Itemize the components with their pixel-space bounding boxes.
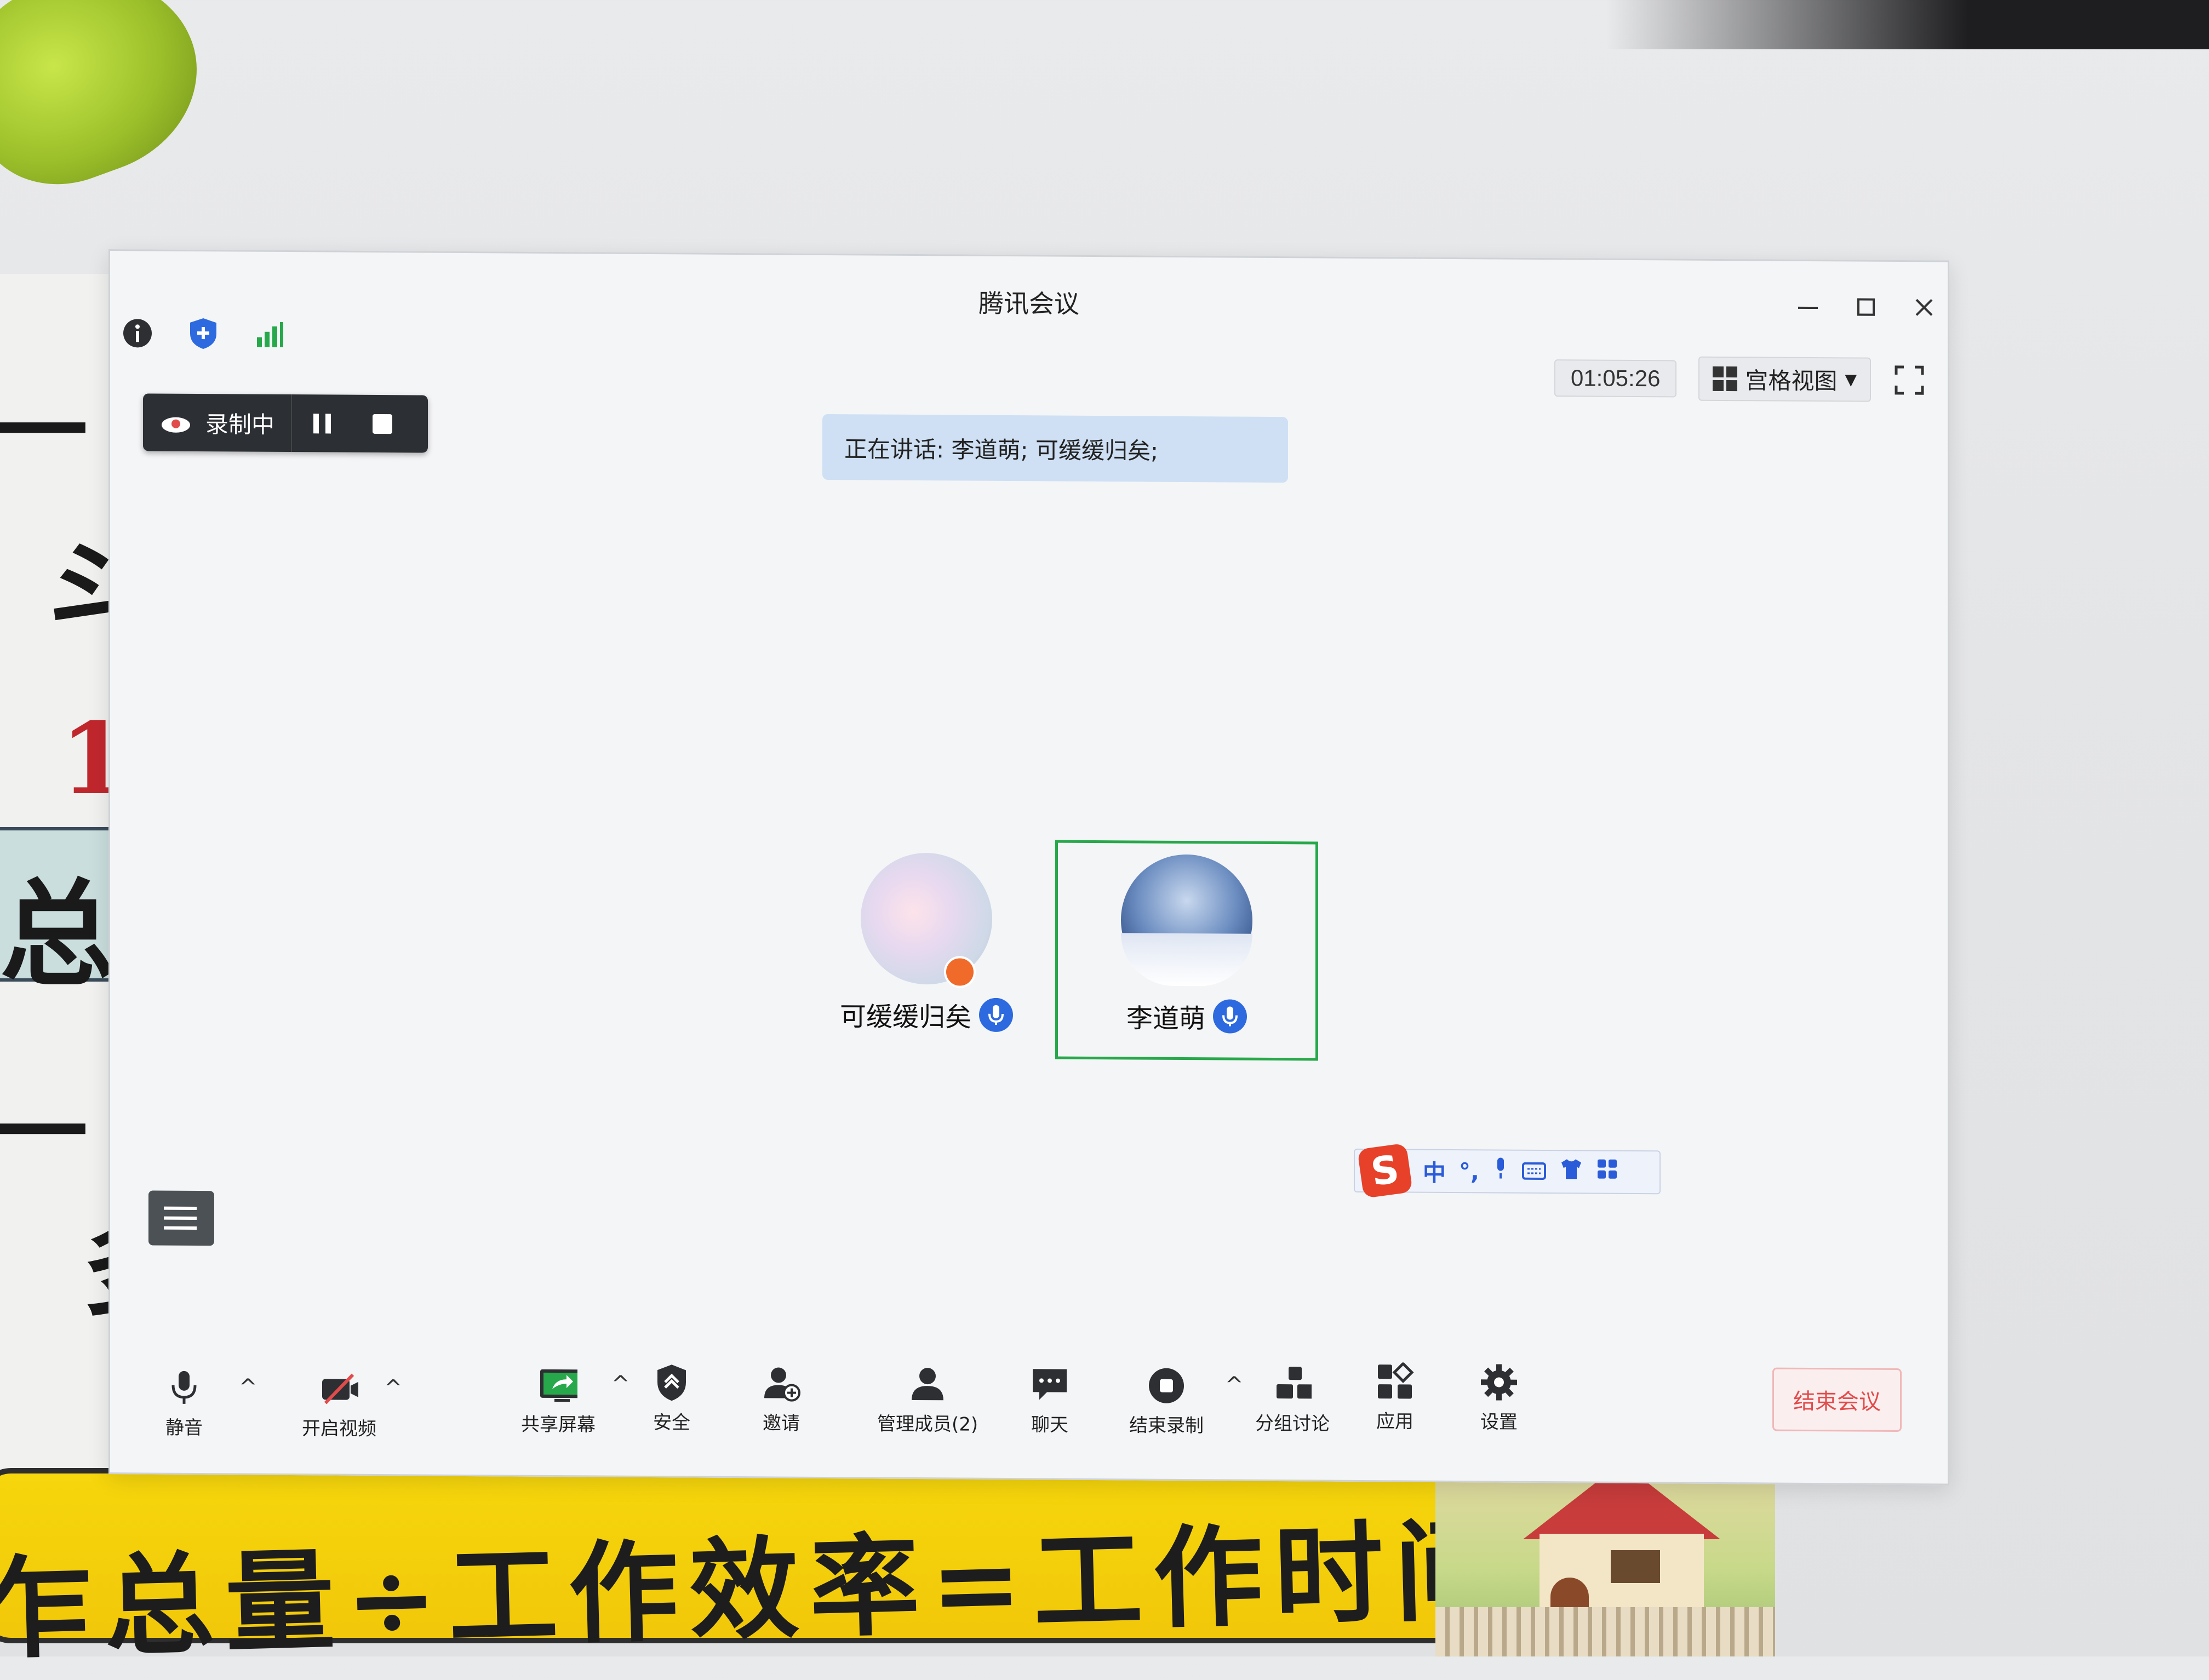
participant-tile[interactable]: 可缓缓归矣 — [811, 852, 1041, 1035]
host-badge-icon — [944, 956, 976, 988]
sogou-logo-icon[interactable]: S — [1357, 1143, 1413, 1199]
apps-label: 应用 — [1376, 1406, 1413, 1433]
avatar — [1121, 854, 1252, 986]
video-label: 开启视频 — [302, 1413, 376, 1441]
top-right-controls: 01:05:26 宫格视图 ▼ — [1554, 356, 1926, 402]
bottom-toolbar: 静音 ^ 开启视频 ^ 共享屏幕 ^ 安全 邀请 — [143, 1352, 1918, 1472]
invite-button[interactable]: 邀请 — [762, 1364, 800, 1435]
ime-mode-toggle[interactable]: 中 — [1423, 1154, 1446, 1188]
toolbox-grid-icon[interactable] — [1596, 1159, 1618, 1186]
chevron-down-icon: ▼ — [1845, 370, 1857, 388]
whiteboard-left: 一 斗 1: 总 一 多 — [0, 274, 126, 1534]
breakout-rooms-button[interactable]: 分组讨论 — [1255, 1364, 1330, 1436]
end-meeting-label: 结束会议 — [1793, 1384, 1881, 1416]
share-screen-button[interactable]: 共享屏幕 — [521, 1366, 596, 1437]
chat-label: 聊天 — [1031, 1409, 1068, 1436]
video-off-icon — [320, 1369, 358, 1408]
members-label: 管理成员(2) — [877, 1409, 978, 1436]
info-icon[interactable] — [121, 317, 154, 349]
mic-active-icon — [1213, 999, 1247, 1033]
ime-toolbar: S 中 °, — [1354, 1149, 1661, 1194]
formula-text: 乍总量÷工作效率=工作时间 — [0, 1481, 1516, 1679]
member-list-toggle[interactable] — [148, 1190, 214, 1246]
chat-icon — [1031, 1366, 1069, 1404]
share-options-chevron-icon[interactable]: ^ — [611, 1372, 630, 1397]
window-controls — [1795, 294, 1937, 320]
breakout-rooms-icon — [1273, 1364, 1312, 1403]
audio-options-chevron-icon[interactable]: ^ — [239, 1374, 257, 1400]
manage-members-button[interactable]: 管理成员(2) — [877, 1365, 978, 1436]
fullscreen-icon[interactable] — [1893, 363, 1926, 396]
voice-input-icon[interactable] — [1492, 1156, 1509, 1186]
mute-label: 静音 — [165, 1413, 203, 1440]
recording-status: 录制中 — [143, 393, 292, 452]
start-video-button[interactable]: 开启视频 — [302, 1369, 376, 1441]
stop-recording-toolbar-button[interactable]: 结束录制 — [1129, 1366, 1204, 1437]
window-title: 腾讯会议 — [110, 278, 1948, 325]
participant-name-row: 李道萌 — [1072, 996, 1302, 1036]
share-screen-label: 共享屏幕 — [521, 1409, 596, 1437]
invite-label: 邀请 — [763, 1408, 800, 1435]
stop-record-label: 结束录制 — [1129, 1410, 1204, 1437]
punctuation-icon[interactable]: °, — [1459, 1158, 1479, 1185]
close-icon[interactable] — [1912, 295, 1937, 320]
stop-recording-button[interactable] — [352, 395, 413, 453]
stop-icon — [370, 411, 394, 435]
recording-bar: 录制中 — [143, 393, 428, 452]
speaking-text: 正在讲话: 李道萌; 可缓缓归矣; — [844, 431, 1158, 466]
gear-icon — [1480, 1363, 1518, 1401]
participant-tile[interactable]: 李道萌 — [1072, 854, 1302, 1036]
board-glyph: 一 — [0, 1057, 88, 1192]
meeting-window: 腾讯会议 01:05:26 宫格视图 ▼ — [108, 249, 1949, 1486]
record-options-chevron-icon[interactable]: ^ — [1225, 1372, 1244, 1397]
mic-active-icon — [979, 998, 1013, 1032]
board-glyph: 一 — [0, 356, 88, 491]
formula-banner: 乍总量÷工作效率=工作时间 — [0, 1468, 1490, 1643]
microphone-icon — [165, 1369, 203, 1407]
members-icon — [908, 1365, 947, 1403]
end-meeting-button[interactable]: 结束会议 — [1772, 1368, 1902, 1432]
minimize-icon[interactable] — [1795, 294, 1821, 319]
keyboard-icon[interactable] — [1522, 1158, 1546, 1185]
invite-user-icon — [762, 1364, 800, 1402]
apps-button[interactable]: 应用 — [1376, 1362, 1414, 1433]
apps-icon — [1376, 1362, 1414, 1401]
meeting-timer: 01:05:26 — [1554, 359, 1677, 397]
participant-name-row: 可缓缓归矣 — [811, 995, 1041, 1035]
participant-name: 可缓缓归矣 — [840, 995, 971, 1034]
grid-view-icon — [1713, 366, 1737, 391]
view-mode-label: 宫格视图 — [1745, 362, 1837, 396]
mute-button[interactable]: 静音 — [165, 1369, 203, 1440]
speaking-banner: 正在讲话: 李道萌; 可缓缓归矣; — [822, 414, 1288, 483]
maximize-icon[interactable] — [1853, 294, 1879, 319]
settings-button[interactable]: 设置 — [1480, 1363, 1518, 1434]
leaf-photo-object — [0, 0, 224, 209]
board-glyph: 总 — [0, 841, 115, 1008]
cloud-record-icon — [159, 411, 192, 433]
settings-label: 设置 — [1480, 1407, 1518, 1434]
signal-icon[interactable] — [253, 318, 285, 351]
security-label: 安全 — [653, 1407, 690, 1434]
view-mode-dropdown[interactable]: 宫格视图 ▼ — [1698, 357, 1871, 402]
pause-icon — [310, 411, 334, 435]
video-options-chevron-icon[interactable]: ^ — [384, 1375, 403, 1401]
chat-button[interactable]: 聊天 — [1031, 1366, 1069, 1436]
breakout-label: 分组讨论 — [1255, 1408, 1330, 1436]
pause-recording-button[interactable] — [292, 394, 352, 452]
dark-corner — [1606, 0, 2209, 49]
share-screen-icon — [539, 1366, 577, 1404]
info-toolbar — [121, 317, 285, 351]
security-shield-icon[interactable] — [187, 317, 220, 350]
record-stop-icon — [1147, 1367, 1186, 1405]
participant-name: 李道萌 — [1126, 996, 1205, 1035]
avatar — [861, 852, 992, 984]
recording-label: 录制中 — [205, 406, 274, 440]
title-bar: 腾讯会议 — [110, 251, 1948, 328]
skin-shirt-icon[interactable] — [1559, 1158, 1583, 1185]
security-button[interactable]: 安全 — [653, 1363, 691, 1434]
security-icon — [653, 1363, 691, 1402]
